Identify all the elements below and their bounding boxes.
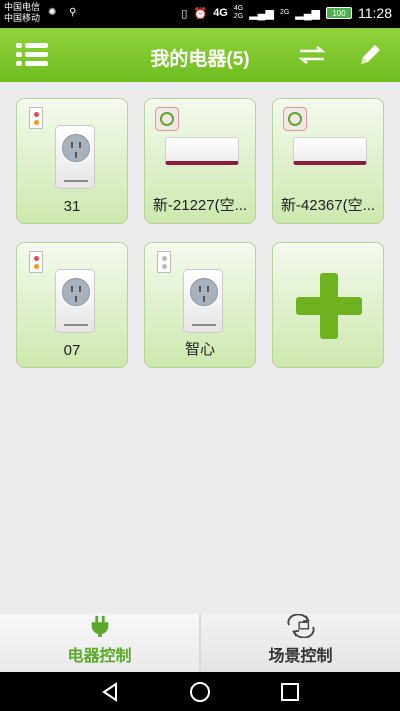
plug-thumbnail-icon: [29, 107, 43, 129]
smart-plug-image: [183, 269, 223, 333]
device-tile[interactable]: 新-21227(空...: [144, 98, 256, 224]
device-label: 31: [63, 198, 81, 215]
carrier-2: 中国移动: [4, 13, 41, 23]
back-icon[interactable]: [98, 680, 122, 704]
signal-icon-2: ▂▄▆: [295, 7, 320, 20]
edit-button[interactable]: [352, 38, 388, 72]
tab-label: 场景控制: [268, 648, 333, 665]
pencil-icon: [361, 45, 380, 64]
device-tile[interactable]: 31: [16, 98, 128, 224]
device-label: 新-21227(空...: [152, 197, 248, 214]
title-bar: 我的电器(5): [0, 28, 400, 82]
battery-icon: 100: [326, 7, 352, 19]
notification-icons: ✺ ⚲: [48, 7, 77, 18]
page-title: 我的电器(5): [150, 49, 250, 70]
status-bar: 中国电信 中国移动 ✺ ⚲ ▯ ⏰ 4G 4G 2G ▂▄▆ 2G ▂▄▆ 10…: [0, 0, 400, 28]
device-tile[interactable]: 新-42367(空...: [272, 98, 384, 224]
plug-status-icon: [155, 107, 179, 131]
navigation-bar: [0, 672, 400, 711]
device-label: 智心: [184, 341, 215, 358]
location-icon: ⚲: [69, 7, 77, 18]
recents-icon[interactable]: [278, 680, 302, 704]
alarm-icon: ⏰: [193, 7, 208, 20]
plug-thumbnail-icon: [157, 251, 171, 273]
device-tile[interactable]: 07: [16, 242, 128, 368]
swap-button[interactable]: [294, 38, 330, 72]
device-label: 07: [63, 342, 81, 359]
tab-label: 电器控制: [67, 648, 132, 665]
home-icon[interactable]: [188, 680, 212, 704]
signal-icon: ▂▄▆: [249, 7, 274, 20]
carrier-info: 中国电信 中国移动: [4, 2, 40, 24]
weibo-icon: ✺: [48, 7, 57, 18]
tab-scene-control[interactable]: 场景控制: [201, 614, 400, 672]
device-grid: 31 新-21227(空... 新-42367(空... 07 智心: [0, 82, 400, 612]
add-device-button[interactable]: [272, 242, 384, 368]
status-indicators: ▯ ⏰ 4G 4G 2G ▂▄▆ 2G ▂▄▆ 100 11:28: [181, 5, 392, 21]
network-small-2: 2G: [279, 9, 290, 16]
carrier-1: 中国电信: [4, 2, 41, 12]
swap-arrows-icon: [298, 46, 326, 64]
vibrate-icon: ▯: [181, 7, 188, 20]
plug-thumbnail-icon: [29, 251, 43, 273]
air-conditioner-image: [165, 137, 239, 165]
device-label: 新-42367(空...: [280, 197, 376, 214]
bottom-tab-bar: 电器控制 场景控制: [0, 614, 400, 672]
scene-refresh-icon: [286, 614, 315, 638]
network-type: 4G: [213, 7, 228, 19]
plug-icon: [91, 615, 108, 638]
clock: 11:28: [358, 5, 392, 21]
plug-status-icon: [283, 107, 307, 131]
network-small: 4G 2G: [233, 5, 244, 20]
smart-plug-image: [55, 125, 95, 189]
device-tile[interactable]: 智心: [144, 242, 256, 368]
tab-device-control[interactable]: 电器控制: [0, 614, 199, 672]
smart-plug-image: [55, 269, 95, 333]
air-conditioner-image: [293, 137, 367, 165]
